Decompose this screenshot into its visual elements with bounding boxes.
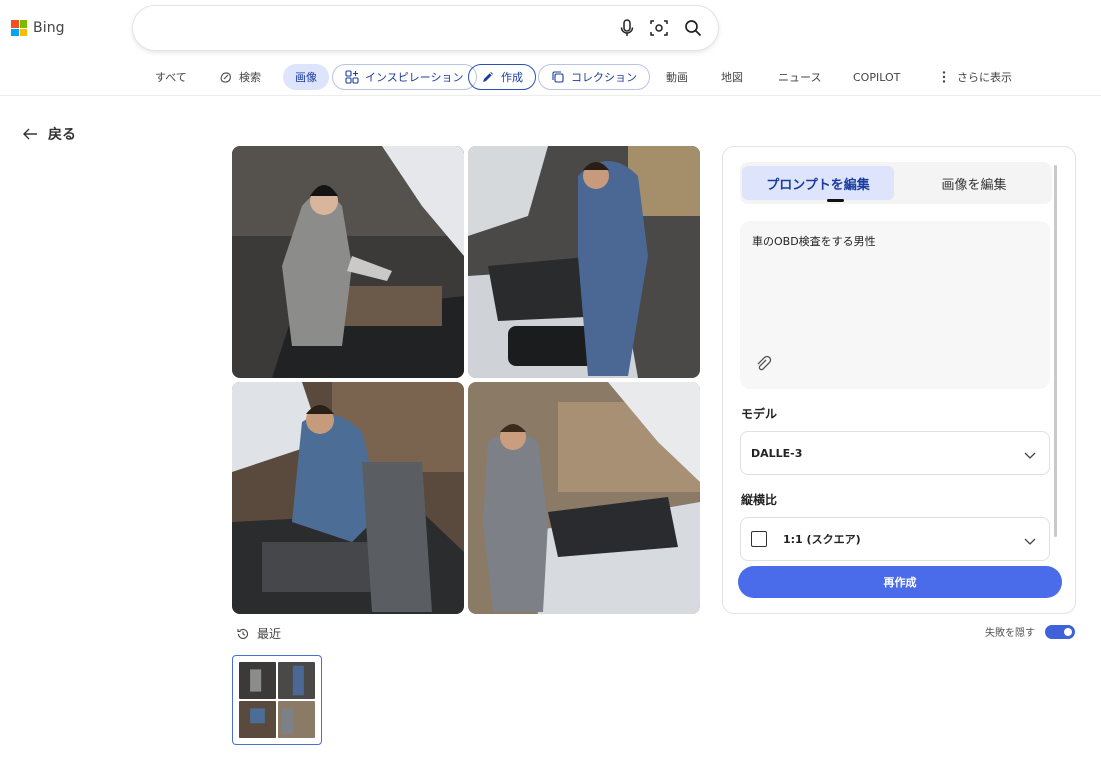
bing-logo[interactable]: Bing: [11, 20, 65, 36]
search-box: [133, 6, 718, 50]
generated-image-grid: [232, 146, 700, 614]
tab-search[interactable]: 検索: [207, 64, 273, 90]
chevron-down-icon: [1024, 452, 1036, 459]
microphone-icon[interactable]: [617, 18, 637, 38]
microsoft-logo-icon: [11, 20, 27, 36]
search-icon[interactable]: [683, 18, 703, 38]
tab-edit-prompt[interactable]: プロンプトを編集: [742, 166, 894, 200]
chevron-down-icon: [1024, 538, 1036, 545]
inspiration-icon: [345, 70, 359, 84]
nav-tabs: すべて 検索 画像 インスピレーション 作成 コレクション 動画 地図 ニュース…: [0, 62, 1101, 96]
tab-create[interactable]: 作成: [468, 64, 536, 90]
tab-news[interactable]: ニュース: [766, 64, 833, 90]
hide-failures-label: 失敗を隠す: [985, 628, 1035, 639]
hide-failures-toggle[interactable]: 失敗を隠す: [985, 624, 1075, 639]
generated-image-3[interactable]: [232, 382, 464, 614]
recent-header: 最近: [236, 625, 281, 642]
tab-inspiration[interactable]: インスピレーション: [332, 64, 477, 90]
tab-collections[interactable]: コレクション: [538, 64, 650, 90]
visual-search-icon[interactable]: [649, 18, 669, 38]
tab-maps[interactable]: 地図: [709, 64, 755, 90]
model-select[interactable]: DALLE-3: [740, 431, 1050, 475]
tab-all[interactable]: すべて: [143, 64, 199, 90]
paperclip-icon[interactable]: [754, 355, 772, 373]
regenerate-button[interactable]: 再作成: [738, 566, 1062, 598]
aspect-select[interactable]: 1:1 (スクエア): [740, 517, 1050, 561]
back-button[interactable]: 戻る: [22, 124, 76, 144]
prompt-text: 車のOBD検査をする男性: [752, 235, 876, 248]
panel-scrollbar[interactable]: [1054, 165, 1057, 537]
create-brush-icon: [483, 72, 493, 82]
history-icon: [237, 628, 249, 639]
arrow-left-icon: [23, 128, 37, 140]
tab-images[interactable]: 画像: [283, 64, 329, 90]
copilot-icon: [220, 72, 231, 83]
search-input[interactable]: [151, 16, 611, 40]
generated-image-2[interactable]: [468, 146, 700, 378]
more-vertical-icon: [942, 71, 946, 83]
prompt-textarea[interactable]: 車のOBD検査をする男性: [740, 221, 1050, 389]
collections-icon: [552, 71, 564, 83]
toggle-switch[interactable]: [1045, 624, 1075, 639]
model-label: モデル: [741, 407, 778, 421]
tab-copilot[interactable]: COPILOT: [841, 64, 912, 90]
edit-mode-tabs: プロンプトを編集 画像を編集: [740, 162, 1052, 204]
generated-image-4[interactable]: [468, 382, 700, 614]
active-tab-indicator: [827, 199, 844, 202]
edit-panel: プロンプトを編集 画像を編集 車のOBD検査をする男性 モデル DALLE-3 …: [722, 146, 1076, 614]
logo-text: Bing: [33, 20, 65, 36]
generated-image-1[interactable]: [232, 146, 464, 378]
recent-thumbnail[interactable]: [232, 655, 322, 745]
square-icon: [751, 531, 767, 547]
tab-videos[interactable]: 動画: [654, 64, 700, 90]
aspect-label: 縦横比: [741, 493, 778, 507]
tab-edit-image[interactable]: 画像を編集: [898, 166, 1050, 200]
tab-more[interactable]: さらに表示: [925, 64, 1024, 90]
